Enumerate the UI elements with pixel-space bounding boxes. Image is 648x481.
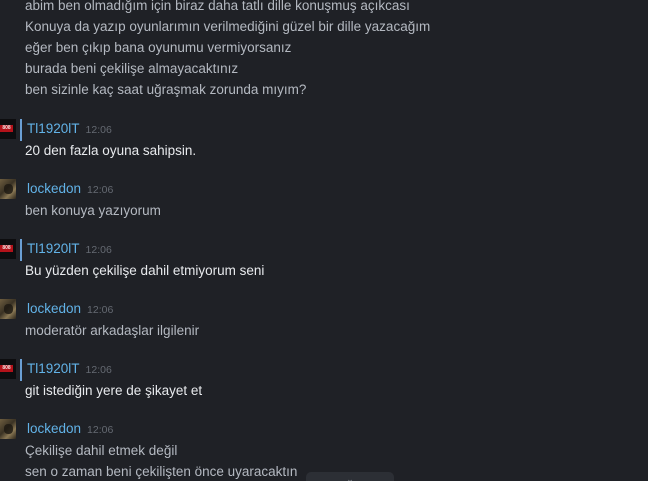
sender-name[interactable]: lockedon [27,421,81,436]
new-message-marker [20,359,22,381]
avatar-photo-icon [4,304,13,314]
message-timestamp: 12:06 [85,364,112,376]
sender-name[interactable]: Tl1920lT [27,121,80,136]
message-line: eğer ben çıkıp bana oyunumu vermiyorsanı… [25,40,292,55]
message-timestamp: 12:06 [87,424,114,436]
message-line: ben konuya yazıyorum [25,203,161,218]
avatar-logo-icon: 808 [0,245,13,252]
message-line: Bu yüzden çekilişe dahil etmiyorum seni [25,263,265,278]
chat-log: abim ben olmadığım için biraz daha tatlı… [0,0,648,481]
message-line: Konuya da yazıp oyunlarımın verilmediğin… [25,19,431,34]
message-header: lockedon 12:06 [27,419,113,440]
message-timestamp: 12:06 [85,124,112,136]
new-message-marker [20,119,22,141]
avatar-photo-icon [4,424,13,434]
message-line: git istediğin yere de şikayet et [25,383,203,398]
jump-to-latest-icon: ⌄ [346,474,354,481]
message-line: sen o zaman beni çekilişten önce uyaraca… [25,464,298,479]
message-line: burada beni çekilişe almayacaktınız [25,61,239,76]
message-timestamp: 12:06 [85,244,112,256]
jump-to-latest-button[interactable]: ⌄ [306,472,394,481]
message-header: Tl1920lT 12:06 [27,359,112,380]
avatar[interactable] [0,419,16,439]
message-line: 20 den fazla oyuna sahipsin. [25,143,197,158]
avatar[interactable]: 808 [0,239,16,259]
message-header: lockedon 12:06 [27,299,113,320]
sender-name[interactable]: Tl1920lT [27,241,80,256]
avatar-logo-icon: 808 [0,365,13,372]
message-line: Çekilişe dahil etmek değil [25,443,178,458]
message-header: lockedon 12:06 [27,179,113,200]
avatar-photo-icon [4,184,13,194]
avatar[interactable]: 808 [0,359,16,379]
message-timestamp: 12:06 [87,304,114,316]
message-line: abim ben olmadığım için biraz daha tatlı… [25,0,410,13]
message-header: Tl1920lT 12:06 [27,239,112,260]
message-line: moderatör arkadaşlar ilgilenir [25,323,200,338]
avatar[interactable]: 808 [0,119,16,139]
avatar-logo-icon: 808 [0,125,13,132]
sender-name[interactable]: Tl1920lT [27,361,80,376]
message-timestamp: 12:06 [87,184,114,196]
sender-name[interactable]: lockedon [27,301,81,316]
message-header: Tl1920lT 12:06 [27,119,112,140]
sender-name[interactable]: lockedon [27,181,81,196]
avatar[interactable] [0,299,16,319]
avatar[interactable] [0,179,16,199]
message-line: ben sizinle kaç saat uğraşmak zorunda mı… [25,82,307,97]
new-message-marker [20,239,22,261]
